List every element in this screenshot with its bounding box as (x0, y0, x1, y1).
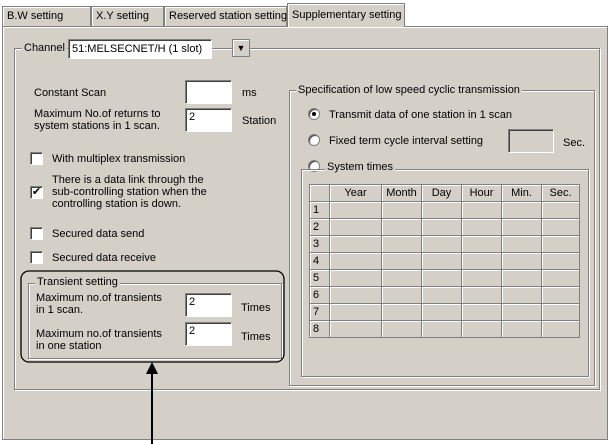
highlight-box (20, 270, 285, 363)
annotation-overlay (20, 270, 285, 444)
tab-supplementary-setting[interactable]: Supplementary setting (287, 3, 405, 27)
arrow-head-icon (146, 362, 158, 374)
